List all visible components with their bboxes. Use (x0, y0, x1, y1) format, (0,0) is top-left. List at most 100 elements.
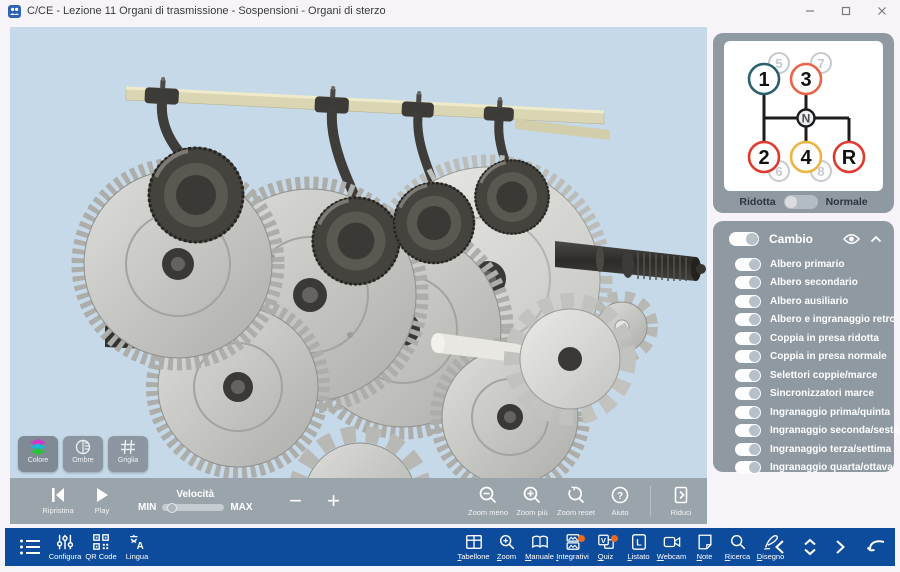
layer-label: Albero e ingranaggio retro (770, 314, 896, 325)
3d-viewport[interactable]: Colore Ombre Griglia (10, 27, 707, 478)
toolbar-item-lingua[interactable]: A Lingua (119, 533, 155, 562)
restore-label: Ripristina (42, 506, 73, 515)
layer-toggle[interactable] (735, 461, 761, 474)
toolbar-item-quiz[interactable]: V Quiz (589, 533, 622, 562)
layer-toggle[interactable] (735, 258, 761, 271)
layer-row[interactable]: Albero e ingranaggio retro (713, 311, 894, 330)
close-button[interactable] (864, 0, 900, 22)
layer-row[interactable]: Ingranaggio prima/quinta (713, 403, 894, 422)
chevron-left-icon[interactable] (772, 538, 788, 556)
layer-toggle[interactable] (735, 350, 761, 363)
layer-row[interactable]: Ingranaggio quarta/ottava (713, 459, 894, 478)
maximize-button[interactable] (828, 0, 864, 22)
layer-toggle[interactable] (735, 295, 761, 308)
playback-controlbar: Ripristina Play Velocità MIN MAX − + Zoo… (10, 478, 707, 524)
controlbar-separator (650, 486, 651, 516)
toolbar-item-tabellone[interactable]: Tabellone (457, 533, 490, 562)
layer-toggle[interactable] (735, 406, 761, 419)
toolbar-item-label: Quiz (598, 552, 613, 561)
gear-coarse-right (512, 301, 628, 417)
toolbar-item-manuale[interactable]: Manuale (523, 533, 556, 562)
toolbar-nav-group (772, 528, 887, 566)
translate-icon: A (128, 533, 146, 551)
speed-slider-thumb[interactable] (167, 503, 177, 513)
layer-row[interactable]: Selettori coppie/marce (713, 366, 894, 385)
layers-header[interactable]: Cambio (713, 229, 894, 249)
layer-toggle[interactable] (735, 313, 761, 326)
help-label: Aiuto (611, 508, 628, 517)
layer-row[interactable]: Coppia in presa normale (713, 348, 894, 367)
grid-button[interactable]: Griglia (108, 436, 148, 472)
toolbar-item-label: Configura (49, 552, 82, 561)
toolbar-item-ricerca[interactable]: Ricerca (721, 533, 754, 562)
chevron-up-down-icon[interactable] (801, 537, 819, 557)
layer-toggle[interactable] (735, 443, 761, 456)
help-button[interactable]: ? Aiuto (598, 485, 642, 517)
reduce-button[interactable]: Riduci (659, 485, 703, 517)
viewport-toolbar: Colore Ombre Griglia (18, 436, 148, 472)
zoom-reset-button[interactable]: Zoom reset (554, 485, 598, 517)
toolbar-item-qrcode[interactable]: QR Code (83, 533, 119, 562)
gear-2: 2 (758, 147, 769, 169)
toolbar-item-label: Tabellone (457, 552, 489, 561)
layer-toggle[interactable] (735, 424, 761, 437)
layer-toggle[interactable] (735, 369, 761, 382)
view-controls: Zoom meno Zoom più Zoom reset ? (466, 478, 703, 524)
shadows-button[interactable]: Ombre (63, 436, 103, 472)
restore-button[interactable]: Ripristina (36, 487, 80, 515)
toolbar-item-integrativi[interactable]: Integrativi (556, 533, 589, 562)
speed-increase-button[interactable]: + (315, 488, 353, 514)
layer-toggle[interactable] (735, 332, 761, 345)
layer-row[interactable]: Ingranaggio seconda/sesta (713, 422, 894, 441)
return-arrow-icon[interactable] (865, 538, 887, 556)
people-icon (9, 6, 20, 17)
layer-toggle[interactable] (735, 276, 761, 289)
layer-row[interactable]: Ingranaggio terza/settima (713, 440, 894, 459)
app-icon (8, 5, 21, 18)
speed-slider[interactable] (162, 504, 224, 511)
speed-decrease-button[interactable]: − (277, 488, 315, 514)
layer-label: Ingranaggio quarta/ottava (770, 462, 893, 473)
range-toggle[interactable] (784, 195, 818, 209)
toolbar-item-webcam[interactable]: Webcam (655, 533, 688, 562)
zoom-in-label: Zoom più (516, 508, 547, 517)
toolbar-item-zoom[interactable]: Zoom (490, 533, 523, 562)
menu-button[interactable] (13, 537, 47, 557)
layer-row[interactable]: Sincronizzatori marce (713, 385, 894, 404)
chevron-up-icon[interactable] (870, 235, 882, 243)
chevron-right-icon[interactable] (832, 538, 848, 556)
layer-label: Ingranaggio prima/quinta (770, 407, 890, 418)
layers-color-icon (29, 439, 47, 455)
eye-icon[interactable] (843, 233, 860, 245)
minimize-button[interactable] (792, 0, 828, 22)
layer-row[interactable]: Coppia in presa ridotta (713, 329, 894, 348)
layer-row[interactable]: Albero primario (713, 255, 894, 274)
shadows-button-label: Ombre (72, 457, 93, 464)
svg-text:?: ? (617, 491, 623, 502)
svg-text:L: L (636, 537, 642, 547)
layer-label: Ingranaggio terza/settima (770, 444, 891, 455)
window-title: C/CE - Lezione 11 Organi di trasmissione… (27, 5, 386, 17)
toolbar-item-configura[interactable]: Configura (47, 533, 83, 562)
normal-label: Normale (826, 196, 868, 208)
zoom-out-button[interactable]: Zoom meno (466, 485, 510, 517)
window-controls (792, 0, 900, 22)
note-icon (696, 533, 714, 551)
layer-row[interactable]: Albero ausiliario (713, 292, 894, 311)
layers-master-toggle[interactable] (729, 232, 759, 246)
layer-row[interactable]: Albero secondario (713, 274, 894, 293)
gear-r: R (842, 147, 857, 169)
layer-toggle[interactable] (735, 387, 761, 400)
shading-icon (75, 439, 91, 455)
gear-3: 3 (800, 69, 811, 91)
grid-icon (120, 439, 136, 455)
toolbar-item-note[interactable]: Note (688, 533, 721, 562)
toolbar-item-label: Listato (627, 552, 649, 561)
play-button[interactable]: Play (80, 487, 124, 515)
layers-panel: Cambio Albero primario Albero secondario… (713, 221, 894, 472)
shift-pattern-diagram: 5 7 6 8 1 3 2 4 R N (724, 41, 883, 191)
color-button[interactable]: Colore (18, 436, 58, 472)
zoom-in-button[interactable]: Zoom più (510, 485, 554, 517)
toolbar-item-listato[interactable]: L Listato (622, 533, 655, 562)
qr-code-icon (92, 533, 110, 551)
